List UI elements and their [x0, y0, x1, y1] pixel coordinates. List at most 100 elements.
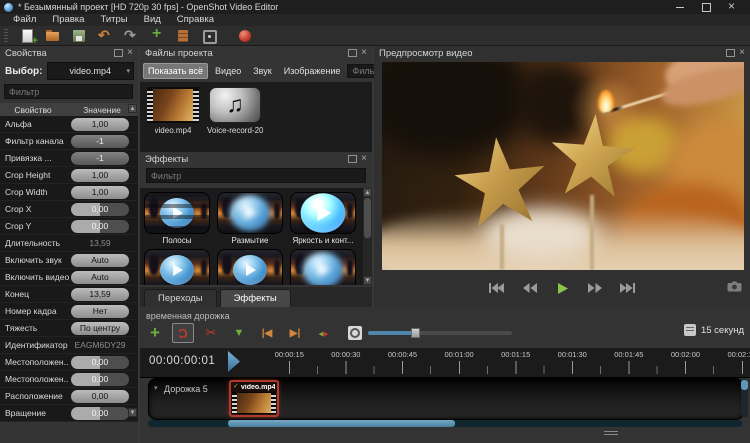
close-panel-icon[interactable]: × — [127, 50, 133, 56]
jump-to-start-button[interactable] — [487, 281, 505, 295]
menu-item[interactable]: Титры — [93, 14, 134, 26]
property-value[interactable]: Auto — [71, 254, 129, 267]
playhead-marker[interactable] — [228, 351, 240, 372]
razor-tool-button[interactable]: ✂ — [200, 323, 222, 343]
property-row[interactable]: Включить видео Auto — [0, 269, 138, 286]
clip-menu-icon[interactable]: ✓ — [233, 383, 239, 391]
import-files[interactable] — [149, 28, 166, 44]
float-panel-icon[interactable] — [726, 49, 735, 57]
close-panel-icon[interactable]: × — [739, 50, 745, 56]
timeline-vertical-scrollbar[interactable] — [741, 379, 748, 417]
bottom-tab[interactable]: Переходы — [144, 289, 217, 307]
property-row[interactable]: Тяжесть По центру — [0, 320, 138, 337]
property-value[interactable]: 0,00 — [71, 390, 129, 403]
property-value[interactable]: 13,59 — [71, 288, 129, 301]
close-panel-icon[interactable]: × — [361, 50, 367, 56]
close[interactable] — [726, 2, 738, 12]
effect-thumbnail[interactable] — [290, 249, 356, 285]
effect-thumbnail[interactable] — [144, 249, 210, 285]
center-playhead-button[interactable]: ◂▸ — [312, 323, 334, 343]
close-panel-icon[interactable]: × — [361, 156, 367, 162]
property-value[interactable]: 0,00 — [71, 203, 129, 216]
previous-marker-button[interactable]: |◀ — [256, 323, 278, 343]
property-value[interactable]: 13,59 — [71, 237, 129, 250]
zoom-slider-handle[interactable] — [411, 328, 420, 338]
property-value[interactable]: Нет — [71, 305, 129, 318]
effects-scrollbar[interactable] — [363, 188, 372, 285]
snapping-toggle-button[interactable]: Ɔ — [172, 323, 194, 343]
property-value[interactable]: 0,00 — [71, 407, 129, 420]
property-value[interactable]: 1,00 — [71, 118, 129, 131]
file-item[interactable]: video.mp4 — [146, 87, 200, 147]
property-row[interactable]: Длительность 13,59 — [0, 235, 138, 252]
splitter-grip[interactable] — [604, 431, 618, 435]
add-track-button[interactable]: + — [144, 323, 166, 343]
file-item[interactable]: Voice-record-20... — [208, 87, 262, 147]
file-tab[interactable]: Изображение — [279, 63, 346, 79]
property-row[interactable]: Crop Height 1,00 — [0, 167, 138, 184]
property-row[interactable]: Конец 13,59 — [0, 286, 138, 303]
fast-forward-button[interactable] — [586, 281, 604, 295]
property-row[interactable]: Crop Width 1,00 — [0, 184, 138, 201]
effects-filter-input[interactable] — [146, 168, 366, 183]
property-value[interactable]: Auto — [71, 271, 129, 284]
fullscreen[interactable] — [201, 28, 218, 44]
toolbar-grip[interactable] — [4, 29, 8, 43]
bottom-tab[interactable]: Эффекты — [220, 289, 291, 307]
timeline-ruler[interactable]: 00:00:00:01 00:00:1500:00:3000:00:4500:0… — [140, 348, 750, 378]
property-row[interactable]: Привязка ... -1 — [0, 150, 138, 167]
add-marker-button[interactable]: ▼ — [228, 323, 250, 343]
minimize[interactable] — [674, 2, 686, 12]
property-value[interactable]: -1 — [71, 135, 129, 148]
scroll-down-icon[interactable]: ▼ — [363, 276, 372, 285]
property-value[interactable]: 0,00 — [71, 220, 129, 233]
property-row[interactable]: Номер кадра Нет — [0, 303, 138, 320]
scroll-up-icon[interactable]: ▲ — [128, 104, 137, 113]
property-value[interactable]: 1,00 — [71, 169, 129, 182]
property-row[interactable]: Расположение 0,00 — [0, 388, 138, 405]
scroll-up-icon[interactable]: ▲ — [363, 188, 372, 197]
property-row[interactable]: Местоположен... 0,00 — [0, 371, 138, 388]
jump-to-end-button[interactable] — [619, 281, 637, 295]
vertical-scroll-thumb[interactable] — [741, 380, 748, 390]
float-panel-icon[interactable] — [114, 49, 123, 57]
property-row[interactable]: Crop X 0,00 — [0, 201, 138, 218]
next-marker-button[interactable]: ▶| — [284, 323, 306, 343]
property-row[interactable]: Crop Y 0,00 — [0, 218, 138, 235]
timeline-zoom-slider[interactable] — [368, 331, 512, 335]
export-video[interactable] — [237, 28, 254, 44]
property-row[interactable]: Включить звук Auto — [0, 252, 138, 269]
snapshot-camera-icon[interactable] — [727, 280, 742, 295]
save-project[interactable] — [71, 28, 88, 44]
float-panel-icon[interactable] — [348, 155, 357, 163]
file-tab[interactable]: Видео — [210, 63, 246, 79]
timeline-horizontal-scrollbar[interactable] — [148, 420, 742, 427]
property-row[interactable]: Фильтр канала -1 — [0, 133, 138, 150]
menu-item[interactable]: Файл — [6, 14, 43, 26]
choose-profile[interactable] — [175, 28, 192, 44]
property-row[interactable]: Вращение 0,00 — [0, 405, 138, 422]
property-value[interactable]: EAGM6DY29 — [71, 339, 129, 352]
undo[interactable] — [97, 28, 114, 44]
track-menu-icon[interactable]: ▾ — [154, 384, 158, 392]
menu-item[interactable]: Правка — [45, 14, 91, 26]
property-value[interactable]: 0,00 — [71, 356, 129, 369]
properties-filter-input[interactable] — [4, 84, 133, 99]
open-project[interactable] — [45, 28, 62, 44]
effect-item[interactable]: Полосы — [144, 192, 210, 245]
video-clip[interactable]: ✓ video.mp4 — [229, 380, 279, 417]
menu-item[interactable]: Справка — [170, 14, 221, 26]
property-value[interactable]: 0,00 — [71, 373, 129, 386]
property-value[interactable]: -1 — [71, 152, 129, 165]
selection-dropdown[interactable]: video.mp4 ▾ — [47, 62, 135, 80]
file-tab[interactable]: Показать всё — [143, 63, 208, 79]
timeline-track[interactable]: ▾ Дорожка 5 ✓ video.mp4 — [148, 378, 744, 420]
redo[interactable] — [123, 28, 140, 44]
property-value[interactable]: 1,00 — [71, 186, 129, 199]
property-row[interactable]: Альфа 1,00 — [0, 116, 138, 133]
play-button[interactable] — [553, 281, 571, 295]
property-value[interactable]: По центру — [71, 322, 129, 335]
scroll-down-icon[interactable]: ▼ — [128, 408, 137, 417]
effect-item[interactable]: Размытие — [217, 192, 283, 245]
property-row[interactable]: Местоположен... 0,00 — [0, 354, 138, 371]
